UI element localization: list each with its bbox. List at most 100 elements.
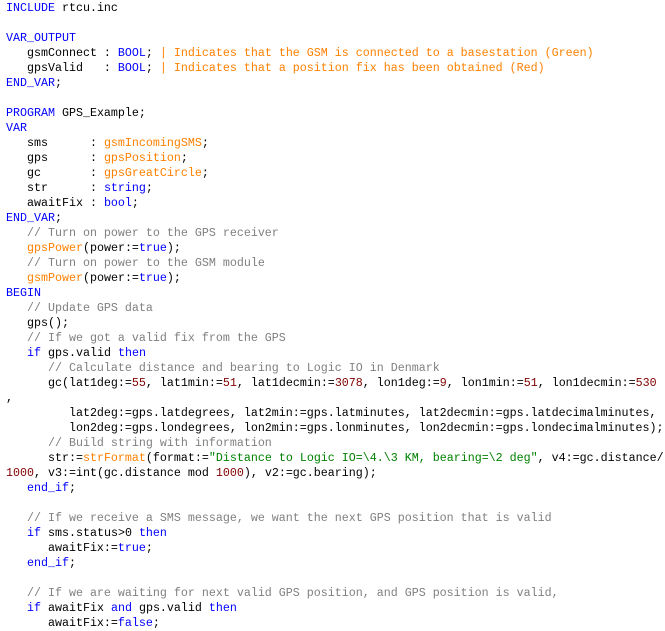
- number-token: 51: [222, 376, 237, 390]
- code-line[interactable]: end_if;: [6, 556, 664, 571]
- code-text: , lon1min:=: [446, 376, 524, 390]
- identifier-token: gsmIncomingSMS: [103, 136, 202, 150]
- code-line[interactable]: gpsValid : BOOL; | Indicates that a posi…: [6, 61, 664, 76]
- code-text: , v4:=gc.distance/: [537, 451, 664, 465]
- keyword-token: and: [110, 601, 132, 615]
- code-line[interactable]: PROGRAM GPS_Example;: [6, 106, 664, 121]
- keyword-token: true: [138, 271, 167, 285]
- code-line[interactable]: // Build string with information: [6, 436, 664, 451]
- comment-token: // Update GPS data: [6, 301, 153, 315]
- code-line[interactable]: END_VAR;: [6, 211, 664, 226]
- code-text: gsmConnect :: [6, 46, 118, 60]
- code-text: ;: [145, 181, 153, 195]
- code-text: ;: [201, 136, 209, 150]
- code-text: ;: [68, 556, 76, 570]
- code-line[interactable]: end_if;: [6, 481, 664, 496]
- code-line[interactable]: [6, 496, 664, 511]
- identifier-token: | Indicates that a position fix has been…: [159, 61, 545, 75]
- keyword-token: BOOL: [117, 61, 146, 75]
- code-line[interactable]: awaitFix : bool;: [6, 196, 664, 211]
- identifier-token: gpsGreatCircle: [103, 166, 202, 180]
- code-line[interactable]: END_VAR;: [6, 76, 664, 91]
- code-text: ;: [180, 151, 188, 165]
- code-text: ), v2:=gc.bearing);: [243, 466, 377, 480]
- comment-token: // If we receive a SMS message, we want …: [6, 511, 552, 525]
- keyword-token: if: [27, 526, 41, 540]
- comment-token: // Turn on power to the GPS receiver: [6, 226, 279, 240]
- comment-token: // If we got a valid fix from the GPS: [6, 331, 286, 345]
- code-line[interactable]: ,: [6, 391, 664, 406]
- code-line[interactable]: if awaitFix and gps.valid then: [6, 601, 664, 616]
- code-line[interactable]: INCLUDE rtcu.inc: [6, 1, 664, 16]
- code-text: awaitFix:=: [6, 616, 118, 630]
- keyword-token: if: [27, 346, 41, 360]
- code-text: rtcu.inc: [54, 1, 118, 15]
- code-text: gc :: [6, 166, 104, 180]
- keyword-token: true: [138, 241, 167, 255]
- code-line[interactable]: if gps.valid then: [6, 346, 664, 361]
- code-text: , lat1min:=: [145, 376, 223, 390]
- code-text: , lon1decmin:=: [537, 376, 636, 390]
- code-line[interactable]: lon2deg:=gps.londegrees, lon2min:=gps.lo…: [6, 421, 664, 436]
- code-text: );: [166, 271, 181, 285]
- code-line[interactable]: awaitFix:=true;: [6, 541, 664, 556]
- code-text: (format:=: [145, 451, 209, 465]
- code-line[interactable]: 1000, v3:=int(gc.distance mod 1000), v2:…: [6, 466, 664, 481]
- code-line[interactable]: gc(lat1deg:=55, lat1min:=51, lat1decmin:…: [6, 376, 664, 391]
- number-token: 55: [131, 376, 146, 390]
- code-text: gps();: [6, 316, 69, 330]
- code-line[interactable]: [6, 571, 664, 586]
- code-text: ;: [54, 76, 62, 90]
- keyword-token: BOOL: [117, 46, 146, 60]
- code-line[interactable]: // Update GPS data: [6, 301, 664, 316]
- keyword-token: then: [208, 601, 237, 615]
- code-text: sms :: [6, 136, 104, 150]
- code-line[interactable]: gc : gpsGreatCircle;: [6, 166, 664, 181]
- code-text: ;: [131, 196, 139, 210]
- code-line[interactable]: awaitFix:=false;: [6, 616, 664, 631]
- code-line[interactable]: [6, 91, 664, 106]
- code-line[interactable]: if sms.status>0 then: [6, 526, 664, 541]
- code-line[interactable]: gps();: [6, 316, 664, 331]
- keyword-token: VAR: [6, 121, 27, 135]
- keyword-token: BEGIN: [6, 286, 41, 300]
- number-token: 1000: [6, 466, 34, 480]
- code-line[interactable]: sms : gsmIncomingSMS;: [6, 136, 664, 151]
- code-line[interactable]: BEGIN: [6, 286, 664, 301]
- code-line[interactable]: gsmPower(power:=true);: [6, 271, 664, 286]
- code-text: gpsValid :: [6, 61, 118, 75]
- identifier-token: gpsPosition: [103, 151, 181, 165]
- code-line[interactable]: gps : gpsPosition;: [6, 151, 664, 166]
- code-text: (power:=: [82, 271, 139, 285]
- code-line[interactable]: // Turn on power to the GSM module: [6, 256, 664, 271]
- code-text: str:=: [6, 451, 83, 465]
- code-line[interactable]: // Calculate distance and bearing to Log…: [6, 361, 664, 376]
- code-text: sms.status>0: [41, 526, 139, 540]
- number-token: 530: [635, 376, 657, 390]
- code-text: gps.valid: [131, 601, 209, 615]
- code-text: , lon1deg:=: [362, 376, 440, 390]
- code-line[interactable]: gpsPower(power:=true);: [6, 241, 664, 256]
- code-line[interactable]: VAR_OUTPUT: [6, 31, 664, 46]
- code-line[interactable]: str:=strFormat(format:="Distance to Logi…: [6, 451, 664, 466]
- code-line[interactable]: str : string;: [6, 181, 664, 196]
- keyword-token: true: [117, 541, 146, 555]
- code-text: gps.valid: [41, 346, 118, 360]
- code-line[interactable]: lat2deg:=gps.latdegrees, lat2min:=gps.la…: [6, 406, 664, 421]
- code-line[interactable]: // Turn on power to the GPS receiver: [6, 226, 664, 241]
- keyword-token: if: [27, 601, 41, 615]
- code-line[interactable]: // If we got a valid fix from the GPS: [6, 331, 664, 346]
- code-line[interactable]: // If we are waiting for next valid GPS …: [6, 586, 664, 601]
- code-line[interactable]: // If we receive a SMS message, we want …: [6, 511, 664, 526]
- code-text: (power:=: [82, 241, 139, 255]
- code-line[interactable]: [6, 16, 664, 31]
- keyword-token: VAR_OUTPUT: [6, 31, 76, 45]
- code-editor[interactable]: INCLUDE rtcu.inc VAR_OUTPUT gsmConnect : …: [6, 1, 664, 631]
- code-line[interactable]: VAR: [6, 121, 664, 136]
- code-text: awaitFix: [41, 601, 111, 615]
- code-line[interactable]: gsmConnect : BOOL; | Indicates that the …: [6, 46, 664, 61]
- comment-token: // Turn on power to the GSM module: [6, 256, 265, 270]
